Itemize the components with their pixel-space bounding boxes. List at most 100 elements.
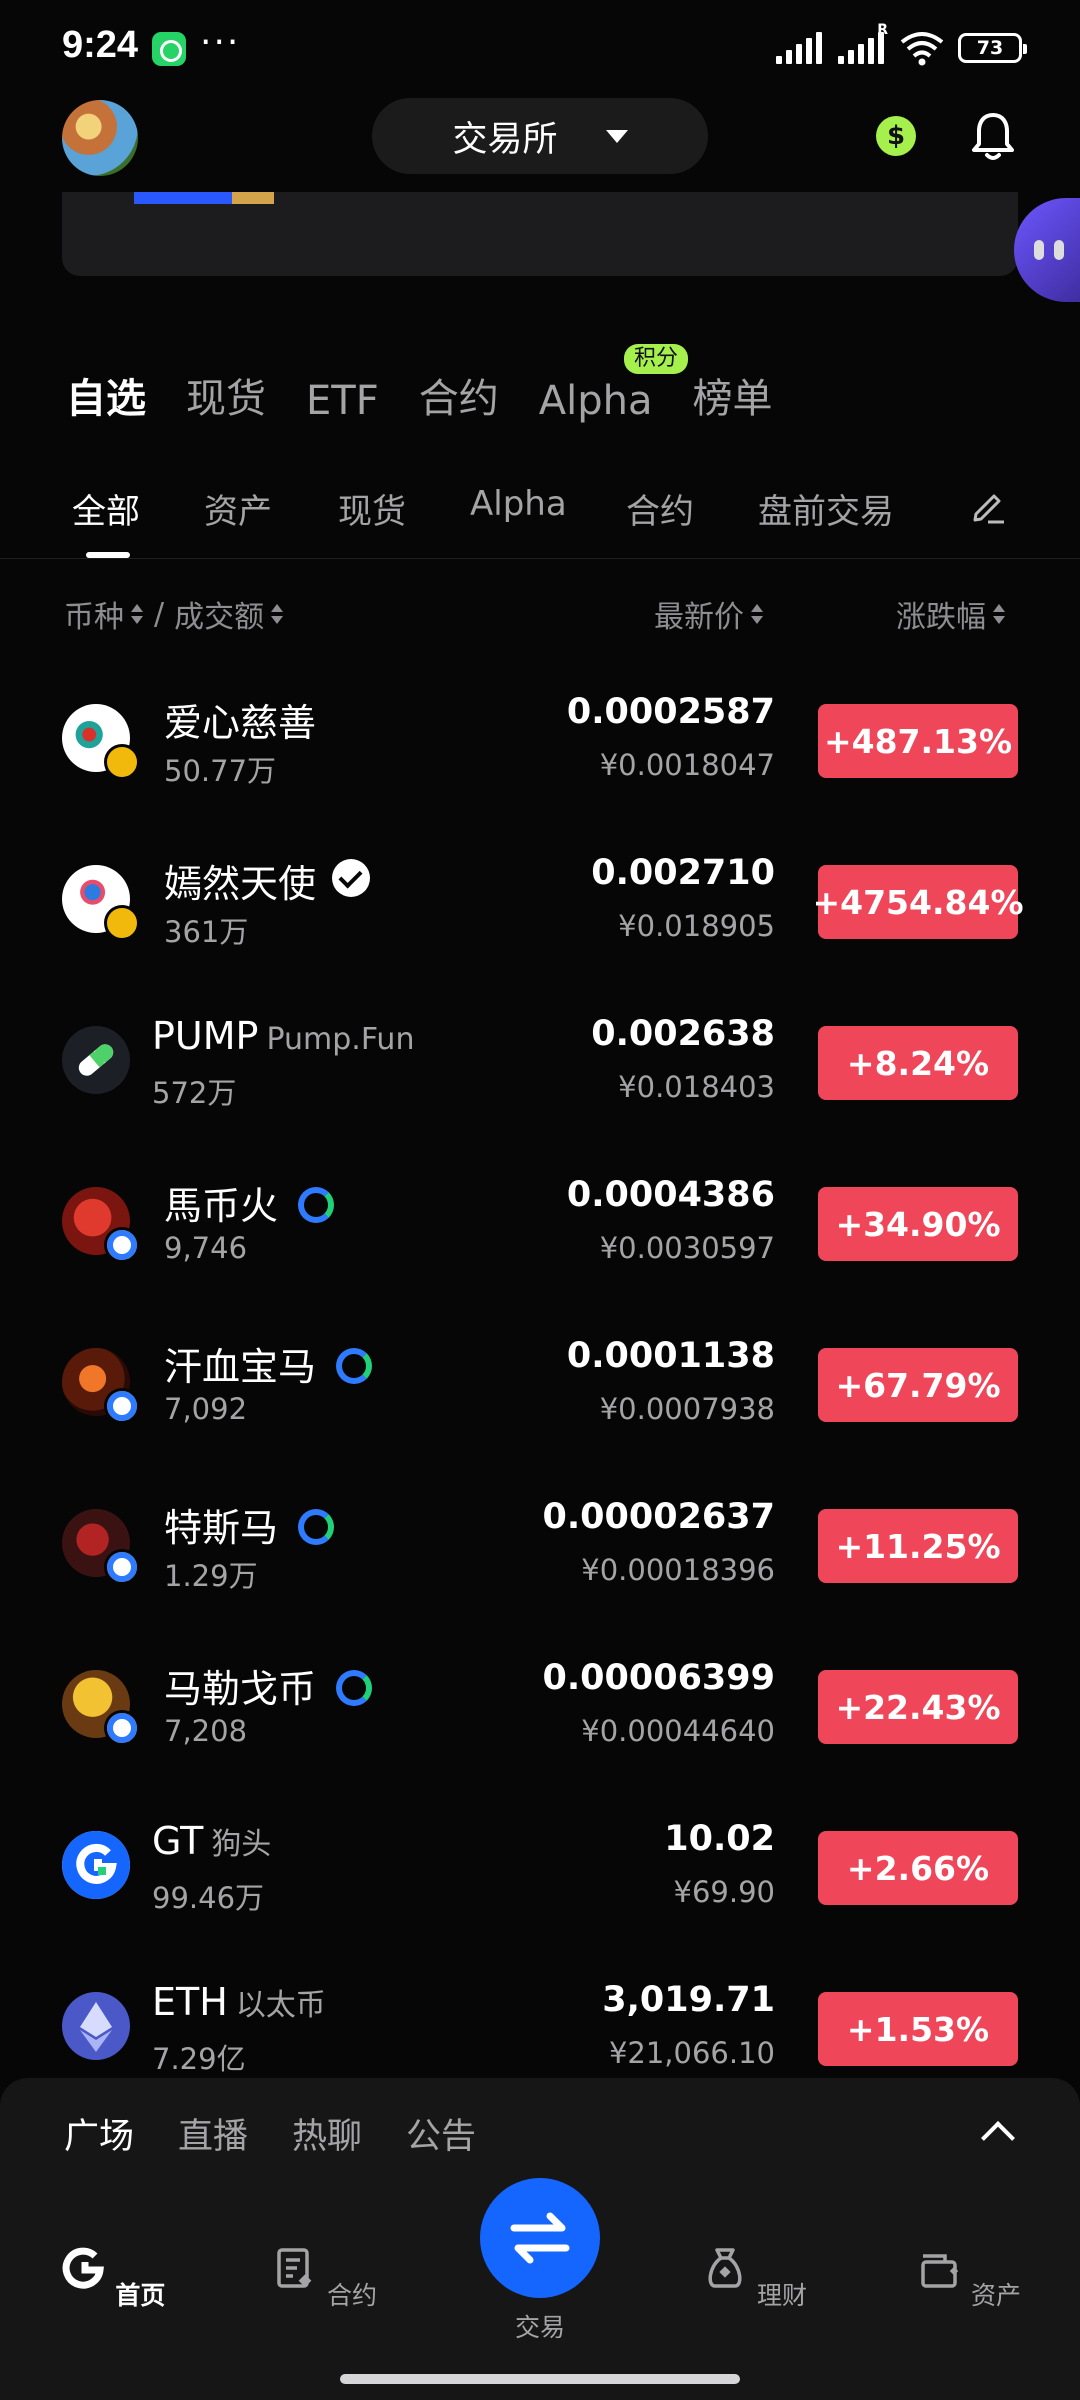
sort-icon <box>130 603 144 625</box>
nav-futures[interactable]: 合约 <box>264 2244 384 2312</box>
gate-chain-icon <box>104 1227 140 1263</box>
coin-price: 10.02 <box>664 1819 775 1859</box>
sort-icon <box>992 603 1006 625</box>
coin-name: 爱心慈善 <box>164 701 317 745</box>
change-badge[interactable]: +67.79% <box>818 1348 1018 1422</box>
coin-row[interactable]: 马勒戈币 7,208 0.00006399 ¥0.00044640 +22.43… <box>0 1626 1080 1787</box>
coin-row[interactable]: 馬币火 9,746 0.0004386 ¥0.0030597 +34.90% <box>0 1143 1080 1304</box>
nav-earn-label: 理财 <box>756 2281 807 2310</box>
coin-row[interactable]: 爱心慈善 50.77万 0.0002587 ¥0.0018047 +487.13… <box>0 660 1080 821</box>
coin-volume: 572万 <box>152 1076 237 1110</box>
sort-icon <box>270 603 284 625</box>
tab-etf[interactable]: ETF <box>306 378 379 424</box>
coin-name: ETH <box>152 1980 228 2024</box>
status-bar: 9:24 ··· R 73 <box>0 0 1080 96</box>
feed-tab-live[interactable]: 直播 <box>178 2108 248 2159</box>
change-badge[interactable]: +11.25% <box>818 1509 1018 1583</box>
coin-price: 0.0004386 <box>566 1175 775 1215</box>
feed-tab-announcements[interactable]: 公告 <box>406 2108 476 2159</box>
gate-logo-icon <box>298 1509 335 1545</box>
coin-row[interactable]: 汗血宝马 7,092 0.0001138 ¥0.0007938 +67.79% <box>0 1304 1080 1465</box>
subtab-spot[interactable]: 现货 <box>338 484 406 533</box>
column-change[interactable]: 涨跌幅 <box>896 592 1006 636</box>
change-badge[interactable]: +1.53% <box>818 1992 1018 2066</box>
gate-chain-icon <box>104 1710 140 1746</box>
coin-price: 3,019.71 <box>602 1980 775 2020</box>
tab-favorites[interactable]: 自选 <box>66 366 146 424</box>
coin-row[interactable]: GT 狗头 99.46万 10.02 ¥69.90 +2.66% <box>0 1787 1080 1948</box>
edit-icon[interactable] <box>968 486 1008 526</box>
coin-price-cny: ¥0.0007938 <box>599 1392 775 1426</box>
sort-icon <box>750 603 764 625</box>
bell-icon[interactable] <box>970 110 1016 162</box>
bnb-chain-icon <box>104 744 140 780</box>
feed-tab-chat[interactable]: 热聊 <box>292 2108 362 2159</box>
coin-name-wrap: ETH 以太币 <box>152 1980 326 2024</box>
column-coin: 币种 <box>64 600 124 635</box>
column-price-label: 最新价 <box>654 600 744 635</box>
coin-price-cny: ¥0.0030597 <box>599 1231 775 1265</box>
status-time: 9:24 <box>62 24 139 66</box>
nav-assets-label: 资产 <box>970 2281 1021 2310</box>
change-badge[interactable]: +8.24% <box>818 1026 1018 1100</box>
tab-rankings[interactable]: 榜单 <box>692 366 772 424</box>
signal-roaming-icon: R <box>838 22 888 66</box>
nav-assets[interactable]: 资产 <box>908 2244 1028 2312</box>
subtab-premarket[interactable]: 盘前交易 <box>758 484 894 533</box>
dollar-icon[interactable]: $ <box>876 116 916 156</box>
more-notifications-icon: ··· <box>200 22 241 63</box>
nav-home[interactable]: 首页 <box>52 2244 172 2312</box>
coin-price: 0.002638 <box>591 1014 775 1054</box>
coin-name-wrap: 特斯马 <box>164 1497 335 1552</box>
coin-name-wrap: 马勒戈币 <box>164 1658 373 1713</box>
coin-row[interactable]: 特斯马 1.29万 0.00002637 ¥0.00018396 +11.25% <box>0 1465 1080 1626</box>
coin-name-wrap: PUMP Pump.Fun <box>152 1014 414 1058</box>
promo-banner[interactable] <box>62 192 1018 276</box>
coin-price-cny: ¥0.00044640 <box>581 1714 775 1748</box>
nav-earn[interactable]: 理财 <box>694 2244 814 2312</box>
tab-alpha[interactable]: Alpha <box>539 378 653 424</box>
avatar[interactable] <box>62 100 138 176</box>
coin-volume: 1.29万 <box>164 1559 258 1593</box>
column-coin-volume[interactable]: 币种 / 成交额 <box>64 592 284 636</box>
exchange-selector[interactable]: 交易所 <box>372 98 708 174</box>
change-badge[interactable]: +2.66% <box>818 1831 1018 1905</box>
assistant-bubble-icon[interactable] <box>1014 198 1080 302</box>
coin-volume: 9,746 <box>164 1231 248 1265</box>
caret-down-icon <box>605 129 628 143</box>
column-price[interactable]: 最新价 <box>654 592 764 636</box>
subtab-futures[interactable]: 合约 <box>626 484 694 533</box>
coin-price: 0.00006399 <box>542 1658 775 1698</box>
futures-icon <box>277 2248 312 2288</box>
change-badge[interactable]: +34.90% <box>818 1187 1018 1261</box>
coin-price: 0.0002587 <box>566 692 775 732</box>
trade-button[interactable] <box>480 2178 600 2298</box>
feed-tab-square[interactable]: 广场 <box>64 2108 134 2159</box>
tab-futures[interactable]: 合约 <box>419 366 499 424</box>
tab-spot[interactable]: 现货 <box>186 366 266 424</box>
coin-volume: 99.46万 <box>152 1881 265 1915</box>
coin-fullname: 以太币 <box>235 1988 326 2023</box>
subtab-all[interactable]: 全部 <box>72 484 140 533</box>
coin-name: 特斯马 <box>164 1506 279 1550</box>
subtab-alpha[interactable]: Alpha <box>470 484 567 524</box>
wifi-icon <box>900 32 944 66</box>
change-badge[interactable]: +4754.84% <box>812 865 1024 939</box>
wallet-icon <box>921 2254 959 2288</box>
coin-row[interactable]: 嫣然天使 361万 0.002710 ¥0.018905 +4754.84% <box>0 821 1080 982</box>
gate-logo-icon <box>298 1187 335 1223</box>
coin-name: 馬币火 <box>164 1184 279 1228</box>
coin-name: GT <box>152 1819 204 1863</box>
change-badge[interactable]: +22.43% <box>818 1670 1018 1744</box>
coin-price-cny: ¥0.00018396 <box>581 1553 775 1587</box>
coin-name: 汗血宝马 <box>164 1345 317 1389</box>
column-change-label: 涨跌幅 <box>896 600 986 635</box>
coin-volume: 361万 <box>164 915 249 949</box>
subtab-holdings[interactable]: 资产 <box>204 484 272 533</box>
coin-price: 0.0001138 <box>566 1336 775 1376</box>
coin-row[interactable]: PUMP Pump.Fun 572万 0.002638 ¥0.018403 +8… <box>0 982 1080 1143</box>
nav-futures-label: 合约 <box>326 2281 377 2310</box>
column-volume: 成交额 <box>174 600 265 635</box>
verified-icon <box>332 859 371 897</box>
change-badge[interactable]: +487.13% <box>818 704 1018 778</box>
